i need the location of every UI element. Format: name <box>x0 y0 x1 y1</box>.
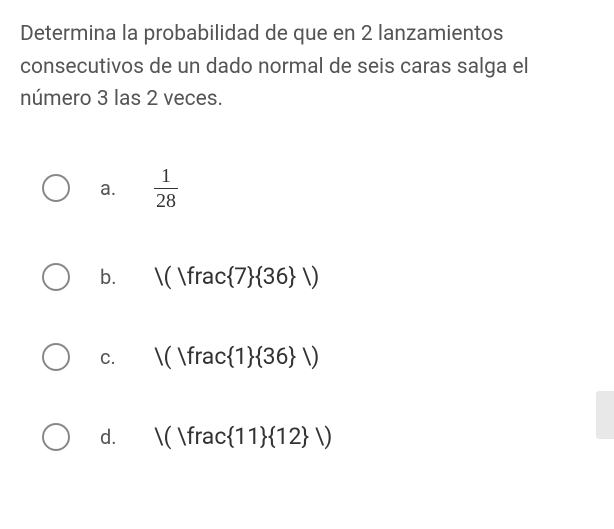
question-text: Determina la probabilidad de que en 2 la… <box>20 18 594 116</box>
option-b-content: \( \frac{7}{36} \) <box>154 263 319 290</box>
option-a: a. 1 28 <box>42 166 594 211</box>
option-b: b. \( \frac{7}{36} \) <box>42 263 594 291</box>
fraction-a-num: 1 <box>159 166 173 188</box>
option-a-content: 1 28 <box>154 166 178 211</box>
radio-d[interactable] <box>42 423 70 451</box>
radio-a[interactable] <box>42 174 70 202</box>
option-c-label: c. <box>100 345 124 369</box>
scroll-indicator[interactable] <box>596 391 614 439</box>
radio-b[interactable] <box>42 263 70 291</box>
option-c: c. \( \frac{1}{36} \) <box>42 343 594 371</box>
radio-c[interactable] <box>42 343 70 371</box>
option-c-content: \( \frac{1}{36} \) <box>154 343 319 370</box>
options-container: a. 1 28 b. \( \frac{7}{36} \) c. \( \fra… <box>20 166 594 451</box>
option-d-content: \( \frac{11}{12} \) <box>154 423 332 450</box>
fraction-a: 1 28 <box>154 166 178 211</box>
option-d-label: d. <box>100 425 124 449</box>
option-a-label: a. <box>100 176 124 200</box>
option-d: d. \( \frac{11}{12} \) <box>42 423 594 451</box>
option-b-label: b. <box>100 265 124 289</box>
fraction-a-den: 28 <box>154 188 178 211</box>
